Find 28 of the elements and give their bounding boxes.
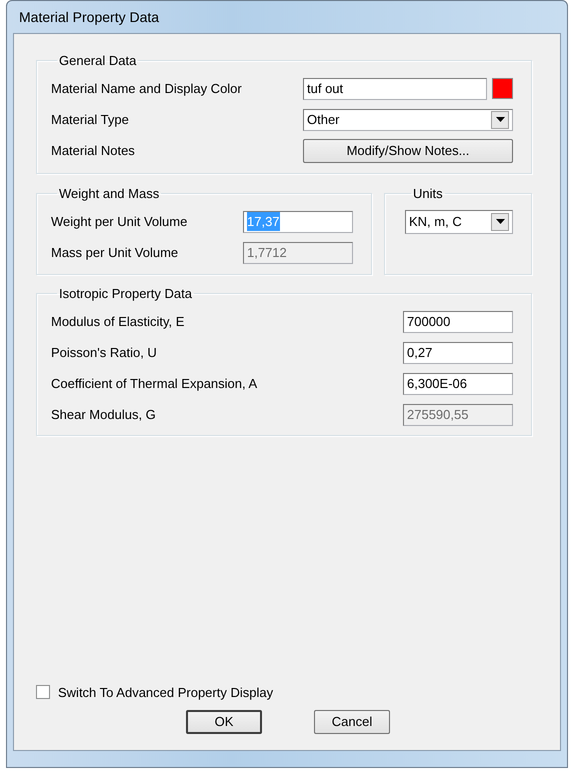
field-label: Material Notes [51,142,136,160]
name-field[interactable]: tuf out [303,78,487,100]
field-label: Weight per Unit Volume [51,212,188,231]
field-label: Coefficient of Thermal Expansion, A [51,374,258,393]
caret-icon[interactable] [491,212,509,230]
notes-button[interactable]: Modify/Show Notes... [303,138,513,162]
window-title: Material Property Data [19,8,160,27]
group-title: Isotropic Property Data [58,287,193,300]
field-label: Shear Modulus, G [51,406,157,424]
value-field[interactable]: 6,300E-06 [403,372,513,394]
value-field[interactable]: 700000 [403,310,513,332]
type-dropdown[interactable]: Other [303,108,513,130]
group-title: Units [412,187,444,200]
units-dropdown[interactable]: KN, m, C [405,210,513,234]
field-label: Modulus of Elasticity, E [51,312,186,331]
field-label: Mass per Unit Volume [51,244,180,262]
field-label: Material Type [51,110,130,129]
group-title: General Data [58,54,138,67]
dialog-button[interactable]: Cancel [314,710,390,734]
field-label: Material Name and Display Color [51,80,243,98]
checkbox-label: Switch To Advanced Property Display [58,684,274,702]
checkbox[interactable] [36,685,50,700]
group-title: Weight and Mass [58,187,160,200]
caret-icon[interactable] [491,110,509,128]
dialog-button[interactable]: OK [186,710,262,734]
field-label: Poisson's Ratio, U [51,344,158,362]
color-swatch[interactable] [492,78,513,99]
value-field[interactable]: 0,27 [403,342,513,364]
